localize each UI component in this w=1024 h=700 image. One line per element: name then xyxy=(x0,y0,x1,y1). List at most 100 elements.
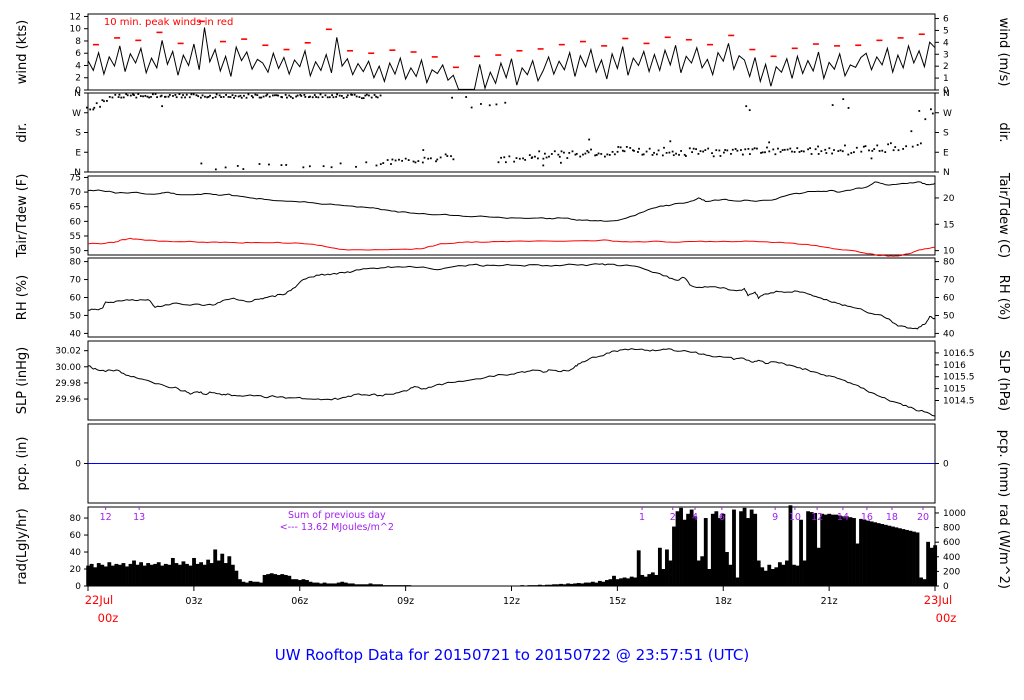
dir-scatter-point xyxy=(553,150,556,153)
dir-scatter-point xyxy=(317,96,320,99)
rad-bar xyxy=(537,584,542,586)
rad-bar xyxy=(770,569,775,586)
rad-bar xyxy=(163,563,168,586)
dir-scatter-point xyxy=(873,148,876,150)
ytick-left-dir: S xyxy=(75,129,81,139)
rad-bar xyxy=(749,509,754,586)
rad-bar xyxy=(220,553,225,586)
rad-bar xyxy=(816,547,821,586)
rad-bar xyxy=(919,577,923,586)
axis-title-left-tair: Tair/Tdew (F) xyxy=(15,174,30,259)
dir-scatter-point xyxy=(768,150,771,153)
dir-scatter-point xyxy=(768,141,771,144)
rad-bar xyxy=(372,584,376,586)
ytick-left-tair: 55 xyxy=(70,232,81,242)
dir-scatter-point xyxy=(233,96,235,99)
dir-scatter-point xyxy=(225,94,227,96)
dir-scatter-point xyxy=(239,94,242,97)
dir-scatter-point xyxy=(93,106,96,109)
dir-scatter-point xyxy=(211,97,214,99)
dir-scatter-point xyxy=(655,153,658,156)
rad-bar xyxy=(852,518,856,586)
dir-scatter-point xyxy=(744,148,747,151)
rad-bar xyxy=(756,560,761,586)
rad-bar xyxy=(866,520,871,586)
dir-scatter-point xyxy=(315,96,317,98)
mj-milestone-label: 13 xyxy=(133,512,145,523)
rad-bar xyxy=(905,529,909,586)
dir-scatter-point xyxy=(661,154,664,157)
dir-scatter-point xyxy=(236,165,239,167)
dir-scatter-point xyxy=(161,105,164,108)
axis-title-right-wind: wind (m/s) xyxy=(996,18,1011,87)
mj-milestone-label: 6 xyxy=(719,512,725,523)
dir-scatter-point xyxy=(152,93,154,96)
rad-bar xyxy=(622,577,627,586)
ytick-left-tair: 70 xyxy=(70,188,82,198)
mj-milestone-label: 2 xyxy=(670,512,676,523)
dir-scatter-point xyxy=(355,95,358,98)
rad-bar xyxy=(809,512,814,586)
dir-scatter-point xyxy=(740,149,742,151)
dir-scatter-point xyxy=(847,107,850,109)
ytick-left-wind: 6 xyxy=(75,49,81,59)
rad-bar xyxy=(181,561,186,586)
dir-scatter-point xyxy=(429,157,432,160)
ytick-right-rad: 1000 xyxy=(943,509,966,519)
rad-bar xyxy=(294,579,299,586)
dir-scatter-point xyxy=(218,94,221,97)
dir-scatter-point xyxy=(802,150,805,153)
dir-scatter-point xyxy=(331,94,333,97)
dir-scatter-point xyxy=(629,147,632,149)
rad-bar xyxy=(365,584,369,586)
dir-scatter-point xyxy=(587,151,590,154)
dir-scatter-point xyxy=(515,157,518,159)
rad-bar xyxy=(93,567,98,586)
dir-scatter-point xyxy=(284,93,287,96)
dir-scatter-point xyxy=(237,95,240,98)
ytick-left-wind: 10 xyxy=(70,25,82,35)
xtick-label: 06z xyxy=(291,596,308,607)
mj-milestone-label: 1 xyxy=(639,512,645,523)
mj-milestone-label: 14 xyxy=(837,512,849,523)
dir-scatter-point xyxy=(268,95,271,98)
rad-bar xyxy=(89,563,94,586)
rad-bar xyxy=(234,570,239,586)
dir-scatter-point xyxy=(779,150,782,153)
dir-scatter-point xyxy=(190,93,193,96)
dir-scatter-point xyxy=(137,93,140,95)
dir-scatter-point xyxy=(423,156,426,159)
rad-bar xyxy=(223,563,228,586)
dir-scatter-point xyxy=(199,96,202,99)
dir-scatter-point xyxy=(335,95,338,98)
dir-scatter-point xyxy=(480,103,482,105)
rad-bar xyxy=(746,518,751,586)
ytick-right-slp: 1014.5 xyxy=(943,397,975,407)
dir-scatter-point xyxy=(842,98,845,101)
dir-scatter-point xyxy=(800,150,803,152)
dir-scatter-point xyxy=(688,147,691,150)
rad-bar xyxy=(845,516,849,586)
dir-scatter-point xyxy=(435,160,437,163)
axis-title-left-rh: RH (%) xyxy=(15,275,30,320)
rad-bar xyxy=(266,574,271,586)
rad-bar xyxy=(237,579,242,586)
rad-bar xyxy=(908,530,913,586)
dir-scatter-point xyxy=(798,151,801,153)
dir-scatter-point xyxy=(268,163,270,166)
dir-scatter-point xyxy=(864,145,867,148)
dir-scatter-point xyxy=(534,155,536,158)
dir-scatter-point xyxy=(579,155,582,158)
dir-scatter-point xyxy=(786,148,789,151)
rad-bar xyxy=(862,519,867,586)
dir-scatter-point xyxy=(531,156,534,159)
dir-scatter-point xyxy=(260,96,263,99)
rad-bar xyxy=(830,514,835,586)
rad-bar xyxy=(820,513,825,586)
rad-bar xyxy=(668,560,673,586)
rad-bar xyxy=(883,524,888,586)
dir-scatter-point xyxy=(538,150,541,153)
dir-scatter-point xyxy=(274,94,276,97)
rad-bar xyxy=(202,564,207,586)
dir-scatter-point xyxy=(637,151,639,153)
